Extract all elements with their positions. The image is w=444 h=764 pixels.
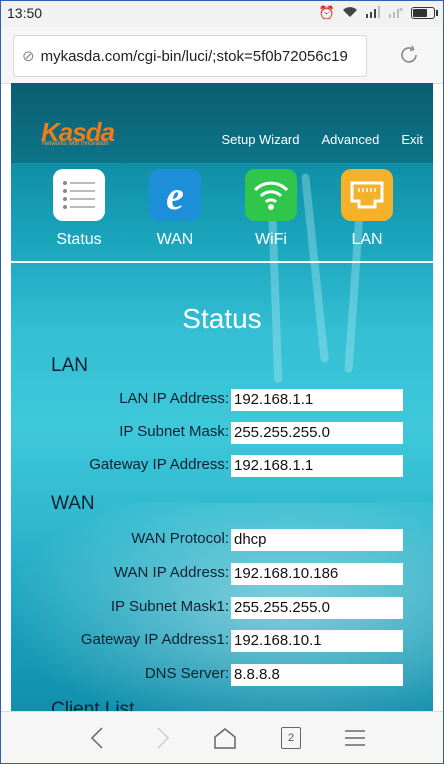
- wan-subnet-value: 255.255.255.0: [231, 597, 403, 619]
- wifi-icon: [245, 169, 297, 221]
- list-icon: [53, 169, 105, 221]
- browser-address-bar: ⊘ mykasda.com/cgi-bin/luci/;stok=5f0b720…: [1, 27, 443, 84]
- wan-subnet-label: IP Subnet Mask1:: [110, 598, 229, 615]
- tile-status-label: Status: [56, 231, 102, 248]
- wan-protocol-value: dhcp: [231, 529, 403, 551]
- wan-ip-label: WAN IP Address:: [113, 564, 229, 581]
- svg-text:×: ×: [399, 7, 403, 14]
- internet-explorer-icon: e: [149, 169, 201, 221]
- wan-gateway-value: 192.168.10.1: [231, 630, 403, 652]
- cell-signal-2-icon: ×: [388, 6, 404, 21]
- lan-subnet-value: 255.255.255.0: [231, 422, 403, 444]
- status-bar: 13:50 ⏰ ×: [1, 1, 443, 27]
- lan-ip-label: LAN IP Address:: [119, 390, 229, 407]
- tab-count: 2: [281, 727, 301, 749]
- top-nav: Setup Wizard Advanced Exit: [221, 132, 433, 147]
- tiles-divider: [11, 261, 433, 263]
- tile-lan-label: LAN: [351, 231, 383, 248]
- lan-gateway-value: 192.168.1.1: [231, 455, 403, 477]
- forward-icon[interactable]: [143, 722, 183, 754]
- section-lan: LAN: [51, 355, 88, 376]
- nav-advanced[interactable]: Advanced: [322, 132, 380, 147]
- tabs-button[interactable]: 2: [271, 722, 311, 754]
- wifi-signal-icon: [342, 6, 358, 21]
- lan-subnet-label: IP Subnet Mask:: [119, 423, 229, 440]
- cell-signal-icon: [365, 5, 381, 21]
- alarm-icon: ⏰: [318, 5, 335, 20]
- nav-exit[interactable]: Exit: [401, 132, 423, 147]
- link-icon: ⊘: [22, 48, 35, 65]
- url-field[interactable]: ⊘ mykasda.com/cgi-bin/luci/;stok=5f0b720…: [13, 35, 367, 77]
- kasda-logo-tagline: Networks with Innovation: [42, 141, 109, 147]
- nav-setup-wizard[interactable]: Setup Wizard: [221, 132, 299, 147]
- tile-lan[interactable]: LAN: [327, 169, 407, 249]
- phone-screen: 13:50 ⏰ × ⊘ mykasda.com/cgi-bin/luci/;st…: [0, 0, 444, 764]
- dns-server-label: DNS Server:: [144, 665, 229, 682]
- browser-bottom-nav: 2: [1, 711, 443, 763]
- tile-status[interactable]: Status: [39, 169, 119, 249]
- battery-icon: [411, 7, 438, 19]
- page-title: Status: [182, 303, 262, 334]
- tile-wifi[interactable]: WiFi: [231, 169, 311, 249]
- status-time: 13:50: [7, 5, 43, 21]
- menu-tiles: Status e WAN WiFi LAN: [11, 169, 433, 257]
- wan-ip-value: 192.168.10.186: [231, 563, 403, 585]
- tile-wan[interactable]: e WAN: [135, 169, 215, 249]
- wan-gateway-label: Gateway IP Address1:: [80, 631, 229, 648]
- status-icons: ⏰ ×: [318, 5, 438, 21]
- wan-protocol-label: WAN Protocol:: [131, 530, 229, 547]
- router-web-page: Kasda Networks with Innovation Setup Wiz…: [11, 83, 433, 711]
- back-icon[interactable]: [77, 722, 117, 754]
- refresh-icon[interactable]: [391, 37, 427, 73]
- url-text: mykasda.com/cgi-bin/luci/;stok=5f0b72056…: [40, 47, 348, 65]
- lan-gateway-label: Gateway IP Address:: [89, 456, 229, 473]
- section-client-list: Client List: [51, 699, 135, 711]
- tile-wifi-label: WiFi: [255, 231, 287, 248]
- home-icon[interactable]: [205, 722, 245, 754]
- section-wan: WAN: [51, 493, 95, 514]
- router-header: Kasda Networks with Innovation Setup Wiz…: [11, 83, 433, 163]
- dns-server-value: 8.8.8.8: [231, 664, 403, 686]
- menu-icon[interactable]: [335, 722, 375, 754]
- tile-wan-label: WAN: [156, 231, 194, 248]
- lan-ip-value: 192.168.1.1: [231, 389, 403, 411]
- ethernet-port-icon: [341, 169, 393, 221]
